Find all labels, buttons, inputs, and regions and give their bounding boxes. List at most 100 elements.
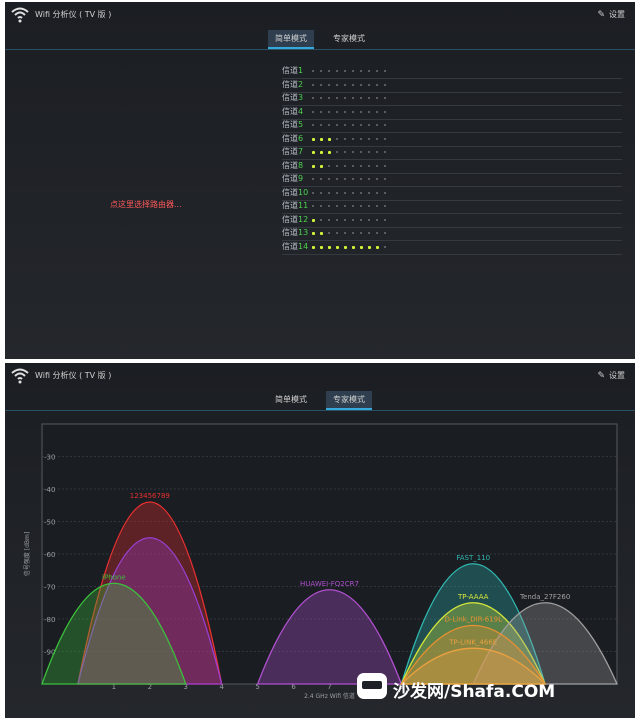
settings-label: 设置	[609, 10, 625, 19]
signal-dot	[320, 97, 322, 99]
signal-dot	[384, 205, 386, 207]
signal-dot	[344, 218, 346, 221]
title-bar: Wifi 分析仪 ( TV 版 ) ✎ 设置	[5, 2, 635, 28]
signal-dot	[312, 83, 314, 86]
signal-dot	[320, 137, 323, 141]
signal-dot	[312, 164, 315, 168]
signal-dot	[328, 70, 330, 72]
channel-prefix: 信道	[282, 106, 298, 116]
signal-dot	[312, 205, 314, 207]
signal-dot	[336, 191, 338, 194]
signal-dot	[336, 110, 338, 113]
signal-dot	[336, 218, 338, 221]
signal-dot	[368, 191, 370, 194]
signal-dot	[320, 218, 322, 221]
network-label: 123456789	[130, 492, 170, 500]
tab-simple-mode[interactable]: 简单模式	[268, 30, 314, 49]
signal-dot	[376, 124, 378, 126]
signal-dot	[328, 110, 330, 113]
signal-dot	[368, 124, 370, 126]
signal-dot	[328, 191, 330, 194]
signal-dot	[336, 83, 338, 86]
signal-dot	[376, 164, 378, 167]
channel-row: 信道1	[282, 65, 622, 79]
channel-prefix: 信道	[282, 133, 298, 143]
signal-dot	[328, 83, 330, 86]
y-tick-label: -50	[44, 519, 55, 527]
network-label: Tenda_27F260	[519, 593, 570, 601]
signal-dot	[328, 151, 331, 154]
signal-dot	[376, 205, 378, 207]
signal-dot	[352, 164, 354, 167]
signal-dot	[352, 245, 355, 249]
signal-dot	[384, 232, 386, 234]
signal-dot	[312, 178, 314, 180]
select-router-link[interactable]: 点这里选择路由器...	[110, 199, 182, 210]
signal-dot	[328, 164, 330, 167]
signal-dot	[384, 178, 386, 180]
signal-dot	[312, 97, 314, 99]
channel-prefix: 信道	[282, 66, 298, 75]
signal-dot	[344, 137, 346, 140]
channel-row: 信道4	[282, 106, 622, 120]
signal-dot	[336, 245, 339, 249]
signal-dot	[336, 97, 338, 99]
signal-dot	[360, 124, 362, 126]
signal-dot	[360, 70, 362, 72]
tab-expert-mode[interactable]: 专家模式	[326, 30, 372, 47]
signal-dot	[320, 245, 323, 249]
settings-button[interactable]: ✎ 设置	[597, 9, 625, 20]
network-label: TP-AAAA	[457, 593, 489, 601]
network-label: TP-LINK_466E	[448, 638, 497, 646]
signal-dot	[320, 178, 322, 180]
signal-dot	[328, 137, 331, 141]
channel-row: 信道7	[282, 146, 622, 160]
signal-dot	[368, 218, 370, 221]
signal-dot	[328, 205, 330, 207]
signal-dot	[376, 245, 379, 249]
signal-dot	[352, 110, 354, 113]
signal-dot	[352, 70, 354, 72]
channel-row: 信道10	[282, 187, 622, 201]
signal-dot	[312, 245, 315, 249]
channel-label: 信道2	[282, 79, 303, 90]
signal-dot	[312, 124, 314, 126]
y-tick-label: -60	[44, 551, 55, 559]
signal-dot	[384, 245, 386, 248]
channel-label: 信道10	[282, 187, 308, 198]
channel-label: 信道4	[282, 106, 303, 117]
signal-dot	[328, 97, 330, 99]
signal-dot	[312, 232, 315, 235]
channel-number: 6	[298, 133, 304, 143]
signal-dot	[384, 83, 386, 86]
channel-row: 信道9	[282, 173, 622, 187]
signal-dot	[352, 151, 354, 153]
signal-dot	[368, 178, 370, 180]
signal-dot	[352, 205, 354, 207]
channel-row: 信道5	[282, 119, 622, 133]
signal-dot	[352, 137, 354, 140]
signal-dots	[312, 245, 392, 265]
y-axis-label: 信号强度 [dBm]	[23, 532, 31, 576]
channel-prefix: 信道	[282, 174, 298, 183]
expert-mode-panel: Wifi 分析仪 ( TV 版 ) ✎ 设置 简单模式 专家模式 -30 -40 -5…	[5, 363, 635, 718]
channel-prefix: 信道	[282, 120, 298, 129]
signal-dot	[384, 151, 386, 153]
signal-dot	[312, 218, 315, 222]
channel-prefix: 信道	[282, 241, 298, 251]
signal-dot	[368, 205, 370, 207]
signal-dot	[336, 178, 338, 180]
signal-dot	[376, 110, 378, 113]
channel-prefix: 信道	[282, 214, 298, 224]
signal-dot	[328, 124, 330, 126]
signal-dot	[360, 110, 362, 113]
channel-label: 信道14	[282, 241, 308, 252]
channel-prefix: 信道	[282, 228, 298, 237]
signal-dot	[312, 137, 315, 141]
channel-number: 7	[298, 147, 304, 156]
channel-number: 10	[298, 187, 309, 197]
signal-dot	[312, 70, 314, 72]
wrench-icon: ✎	[597, 10, 605, 20]
app-title: Wifi 分析仪 ( TV 版 )	[35, 10, 112, 19]
signal-dot	[360, 97, 362, 99]
